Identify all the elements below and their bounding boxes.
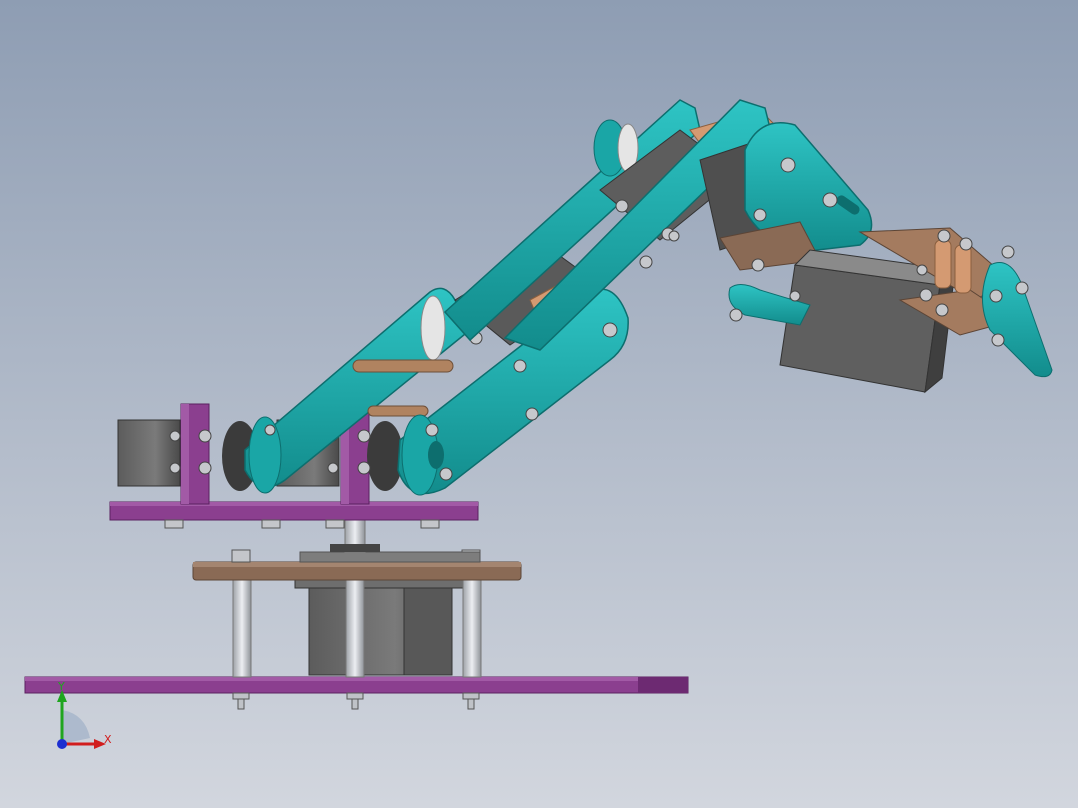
- cad-viewport[interactable]: X Y: [0, 0, 1078, 808]
- base-assembly[interactable]: [24, 501, 689, 710]
- coordinate-triad: X Y: [57, 680, 112, 749]
- base-servo[interactable]: [294, 575, 464, 676]
- z-axis-dot: [57, 739, 67, 749]
- x-axis-label: X: [104, 733, 112, 746]
- robot-arm-model[interactable]: [0, 0, 1078, 808]
- y-axis-label: Y: [57, 680, 65, 693]
- upper-plate-nuts: [164, 519, 440, 529]
- triad-plane: [62, 710, 90, 744]
- base-screws: [232, 692, 480, 710]
